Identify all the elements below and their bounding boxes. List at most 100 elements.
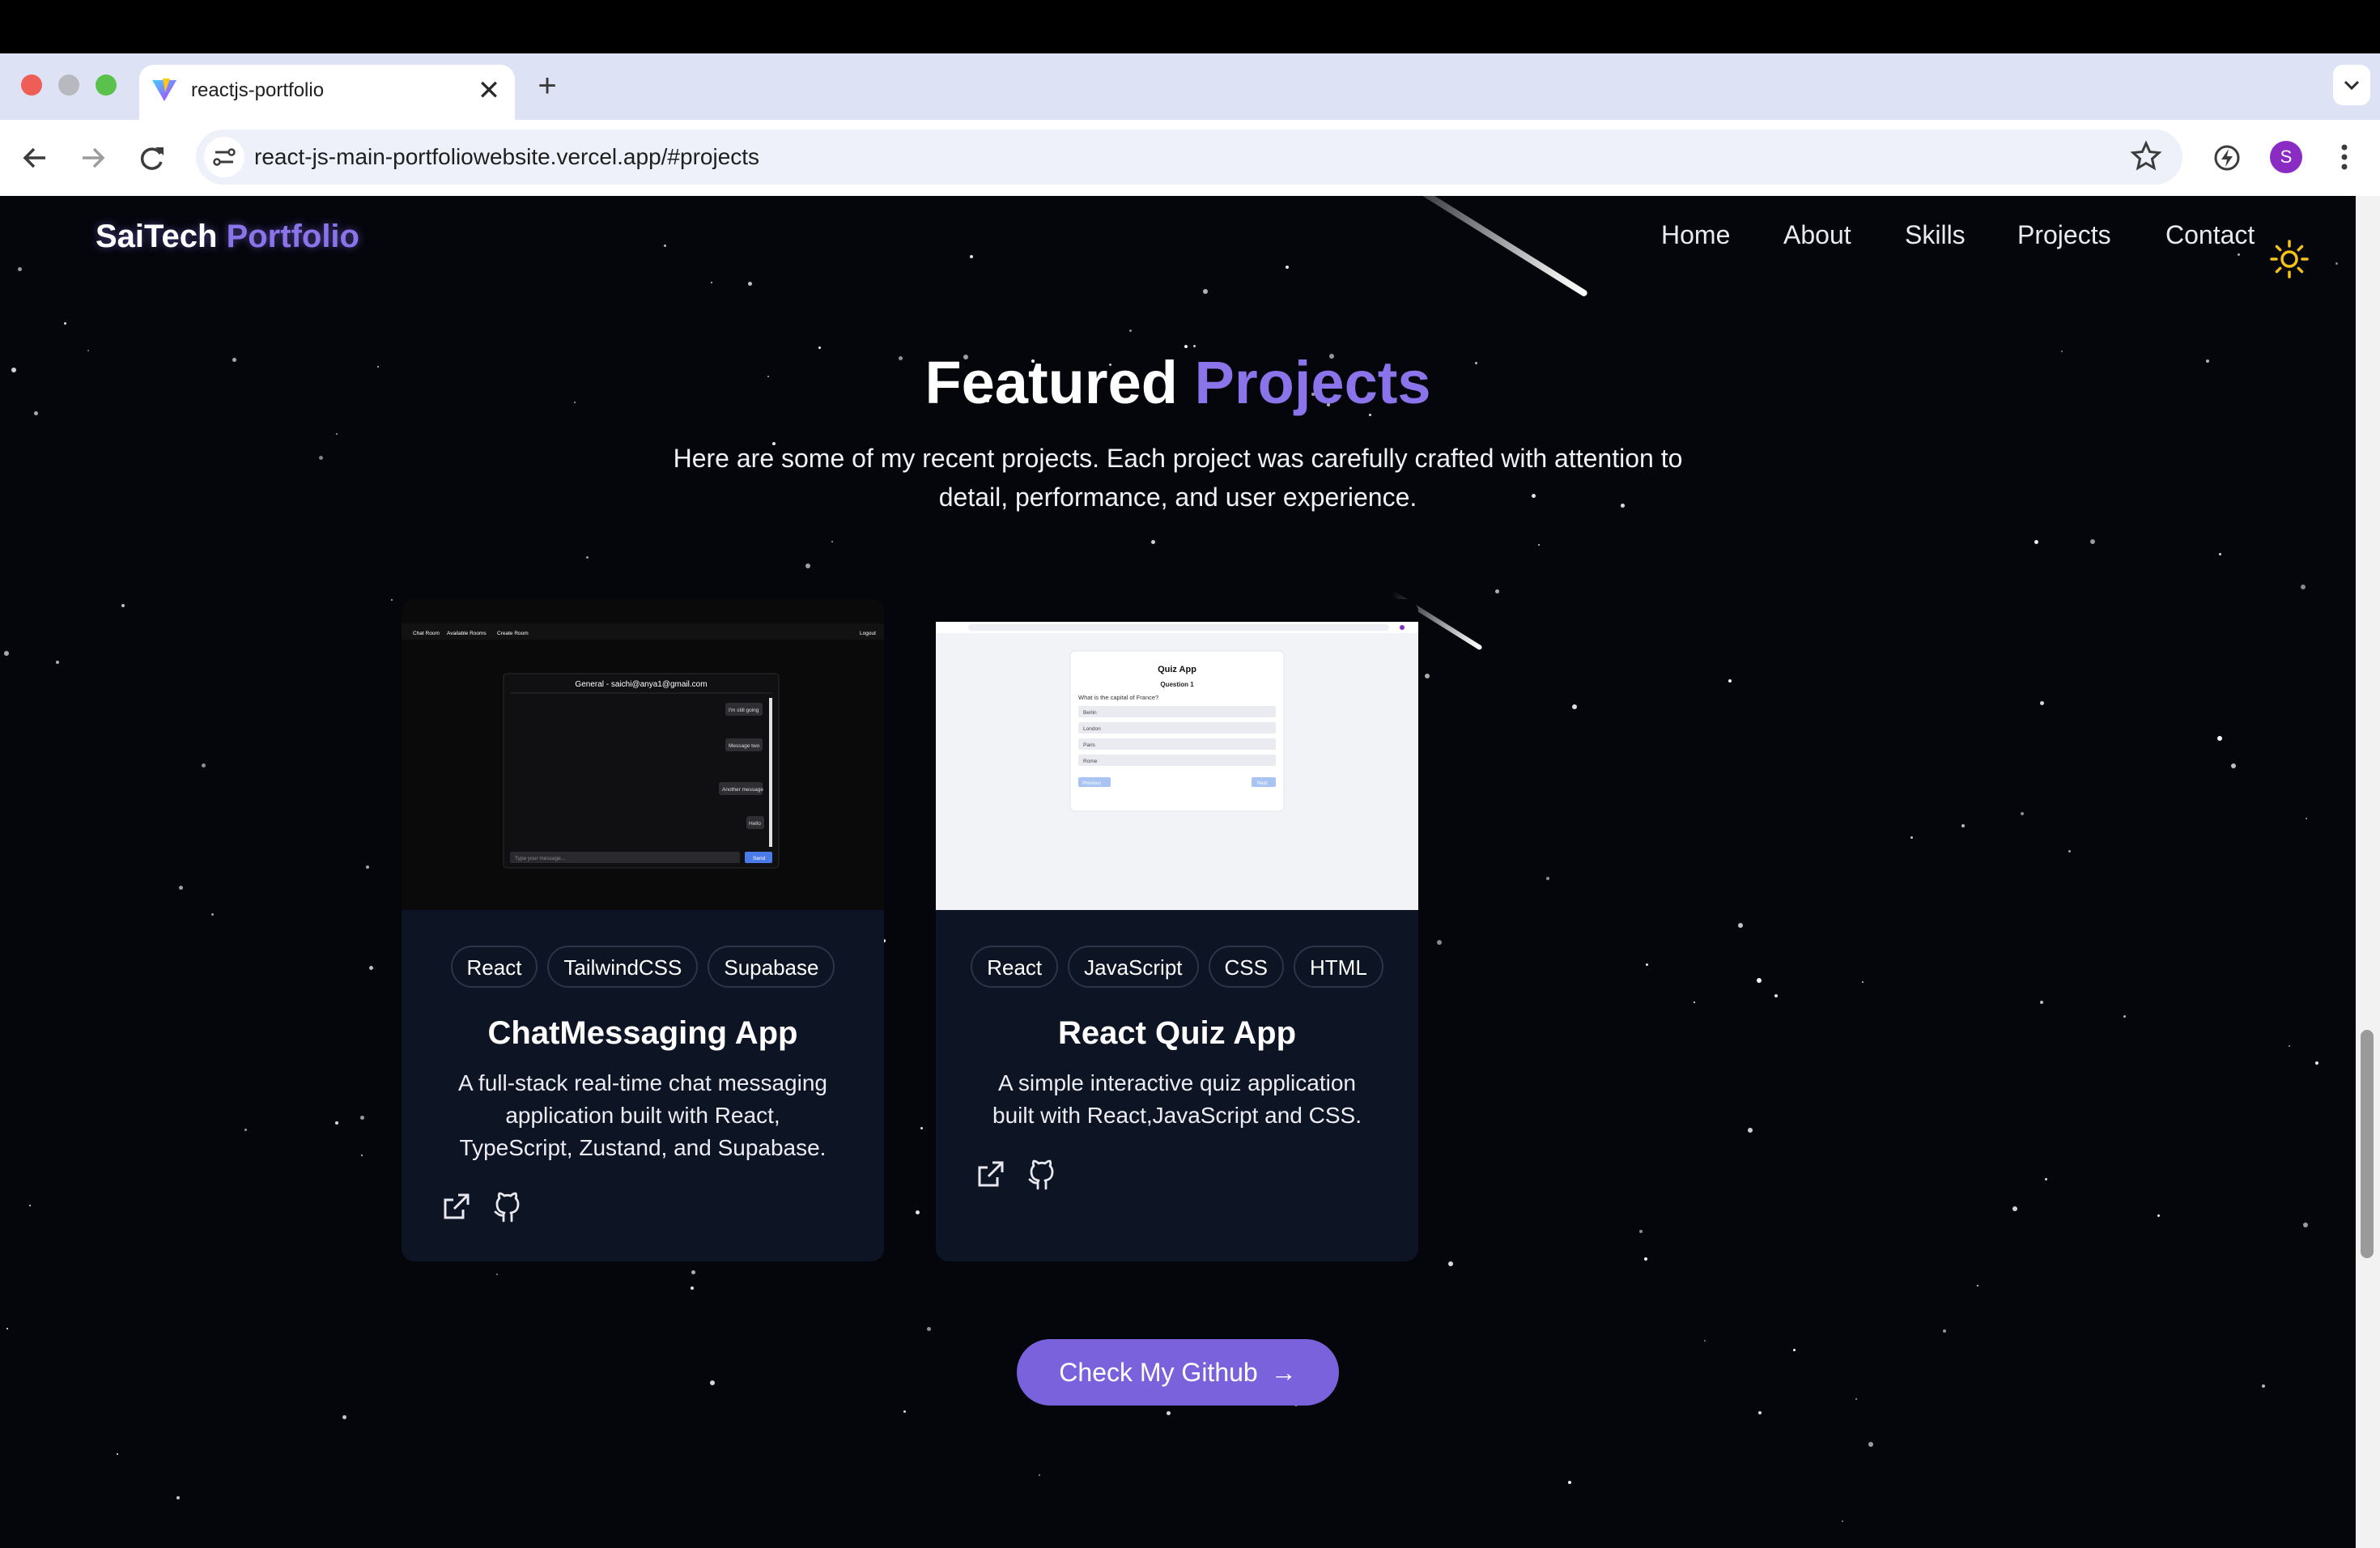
project-title: ChatMessaging App: [487, 1015, 798, 1051]
chat-nav-item: Available Rooms: [447, 631, 487, 636]
project-title: React Quiz App: [1057, 1015, 1297, 1051]
quiz-title: Quiz App: [1158, 665, 1196, 674]
github-icon[interactable]: [1025, 1158, 1059, 1192]
project-description: A simple interactive quiz application bu…: [975, 1067, 1379, 1132]
star: [342, 1415, 346, 1419]
description-line: application built with React,: [505, 1103, 780, 1128]
url-text[interactable]: react-js-main-portfoliowebsite.vercel.ap…: [254, 141, 759, 173]
github-icon[interactable]: [491, 1190, 525, 1224]
external-link-icon[interactable]: [439, 1190, 473, 1224]
star: [366, 865, 369, 869]
star: [1910, 836, 1913, 839]
star: [29, 1205, 31, 1206]
project-screenshot-chat: Chat Room Available Rooms Create Room Lo…: [402, 599, 884, 910]
star: [691, 1270, 695, 1274]
star: [1546, 877, 1549, 880]
nav-about[interactable]: About: [1783, 220, 1851, 250]
nav-projects[interactable]: Projects: [2017, 220, 2111, 250]
site-logo[interactable]: SaiTech Portfolio: [96, 219, 359, 255]
star: [1842, 1520, 1843, 1522]
check-github-button[interactable]: Check My Github →: [1017, 1339, 1339, 1406]
star: [2090, 539, 2095, 544]
site-info-icon[interactable]: [204, 137, 244, 177]
star: [1286, 266, 1289, 269]
scrollbar-thumb[interactable]: [2361, 1030, 2374, 1258]
star: [319, 456, 323, 460]
tab-title: reactjs-portfolio: [191, 79, 325, 101]
star: [18, 267, 22, 271]
star: [117, 1453, 118, 1455]
star: [1868, 1442, 1873, 1447]
reload-icon[interactable]: [131, 138, 172, 178]
page-scrollbar[interactable]: [2356, 196, 2380, 1548]
tech-tag: JavaScript: [1068, 946, 1199, 988]
quiz-option: London: [1083, 726, 1101, 732]
star: [1646, 963, 1648, 966]
star: [586, 556, 589, 559]
description-line: A simple interactive quiz application: [997, 1070, 1356, 1095]
chat-message: Another message: [722, 787, 763, 793]
star: [1943, 1329, 1946, 1333]
star: [2034, 540, 2038, 544]
quiz-question-number: Question 1: [1160, 681, 1194, 688]
tab-search-button[interactable]: [2333, 65, 2370, 105]
browser-toolbar: react-js-main-portfoliowebsite.vercel.ap…: [0, 120, 2380, 198]
star: [1758, 1411, 1762, 1414]
star: [711, 282, 712, 283]
star: [1039, 1474, 1040, 1476]
star: [2040, 701, 2044, 705]
forward-arrow-icon[interactable]: [73, 138, 113, 178]
star: [805, 563, 810, 568]
star: [970, 255, 973, 258]
extension-icon[interactable]: [2205, 136, 2249, 180]
tech-tag: CSS: [1208, 946, 1284, 988]
star: [64, 322, 66, 325]
star: [1748, 1128, 1753, 1133]
external-link-icon[interactable]: [973, 1158, 1007, 1192]
quiz-option: Rome: [1083, 759, 1098, 764]
back-arrow-icon[interactable]: [15, 138, 55, 178]
star: [360, 1116, 364, 1120]
star: [244, 1129, 247, 1131]
bookmark-star-icon[interactable]: [2126, 136, 2166, 176]
star: [496, 1274, 498, 1275]
more-menu-icon[interactable]: [2328, 139, 2361, 175]
star: [1448, 1261, 1453, 1266]
star: [916, 1210, 920, 1214]
star: [391, 599, 393, 601]
window-zoom-button[interactable]: [96, 74, 117, 96]
chat-room-header: General - saichi@anya1@gmail.com: [575, 680, 707, 689]
nav-contact[interactable]: Contact: [2165, 220, 2255, 250]
star: [1793, 1349, 1796, 1351]
star: [1203, 289, 1208, 294]
window-minimize-button[interactable]: [58, 74, 79, 96]
project-screenshot-quiz: Quiz App Question 1 What is the capital …: [936, 599, 1418, 910]
star: [1855, 1398, 1857, 1400]
new-tab-button[interactable]: +: [529, 68, 565, 104]
star: [1644, 1257, 1647, 1261]
tech-tag: React: [971, 946, 1059, 988]
nav-home[interactable]: Home: [1661, 220, 1730, 250]
star: [1757, 978, 1762, 983]
star: [2301, 585, 2306, 589]
star: [2157, 1214, 2160, 1217]
project-card-chat: Chat Room Available Rooms Create Room Lo…: [402, 599, 884, 1261]
star: [1704, 1340, 1706, 1342]
star: [4, 651, 9, 656]
star: [2231, 763, 2236, 768]
star: [179, 886, 183, 890]
address-bar[interactable]: react-js-main-portfoliowebsite.vercel.ap…: [196, 130, 2182, 185]
star: [748, 282, 752, 286]
browser-tab-active[interactable]: reactjs-portfolio ✕: [139, 65, 515, 120]
window-close-button[interactable]: [21, 74, 42, 96]
portfolio-page: SaiTech Portfolio Home About Skills Proj…: [0, 196, 2356, 1548]
nav-skills[interactable]: Skills: [1905, 220, 1966, 250]
star: [361, 1155, 363, 1156]
chat-send: Send: [753, 856, 766, 861]
star: [903, 1410, 906, 1413]
chat-message: Message two: [729, 743, 760, 749]
sun-icon[interactable]: [2268, 238, 2310, 280]
profile-avatar[interactable]: S: [2270, 141, 2302, 173]
chat-message: I'm still going: [729, 708, 759, 713]
close-tab-icon[interactable]: ✕: [473, 74, 505, 107]
